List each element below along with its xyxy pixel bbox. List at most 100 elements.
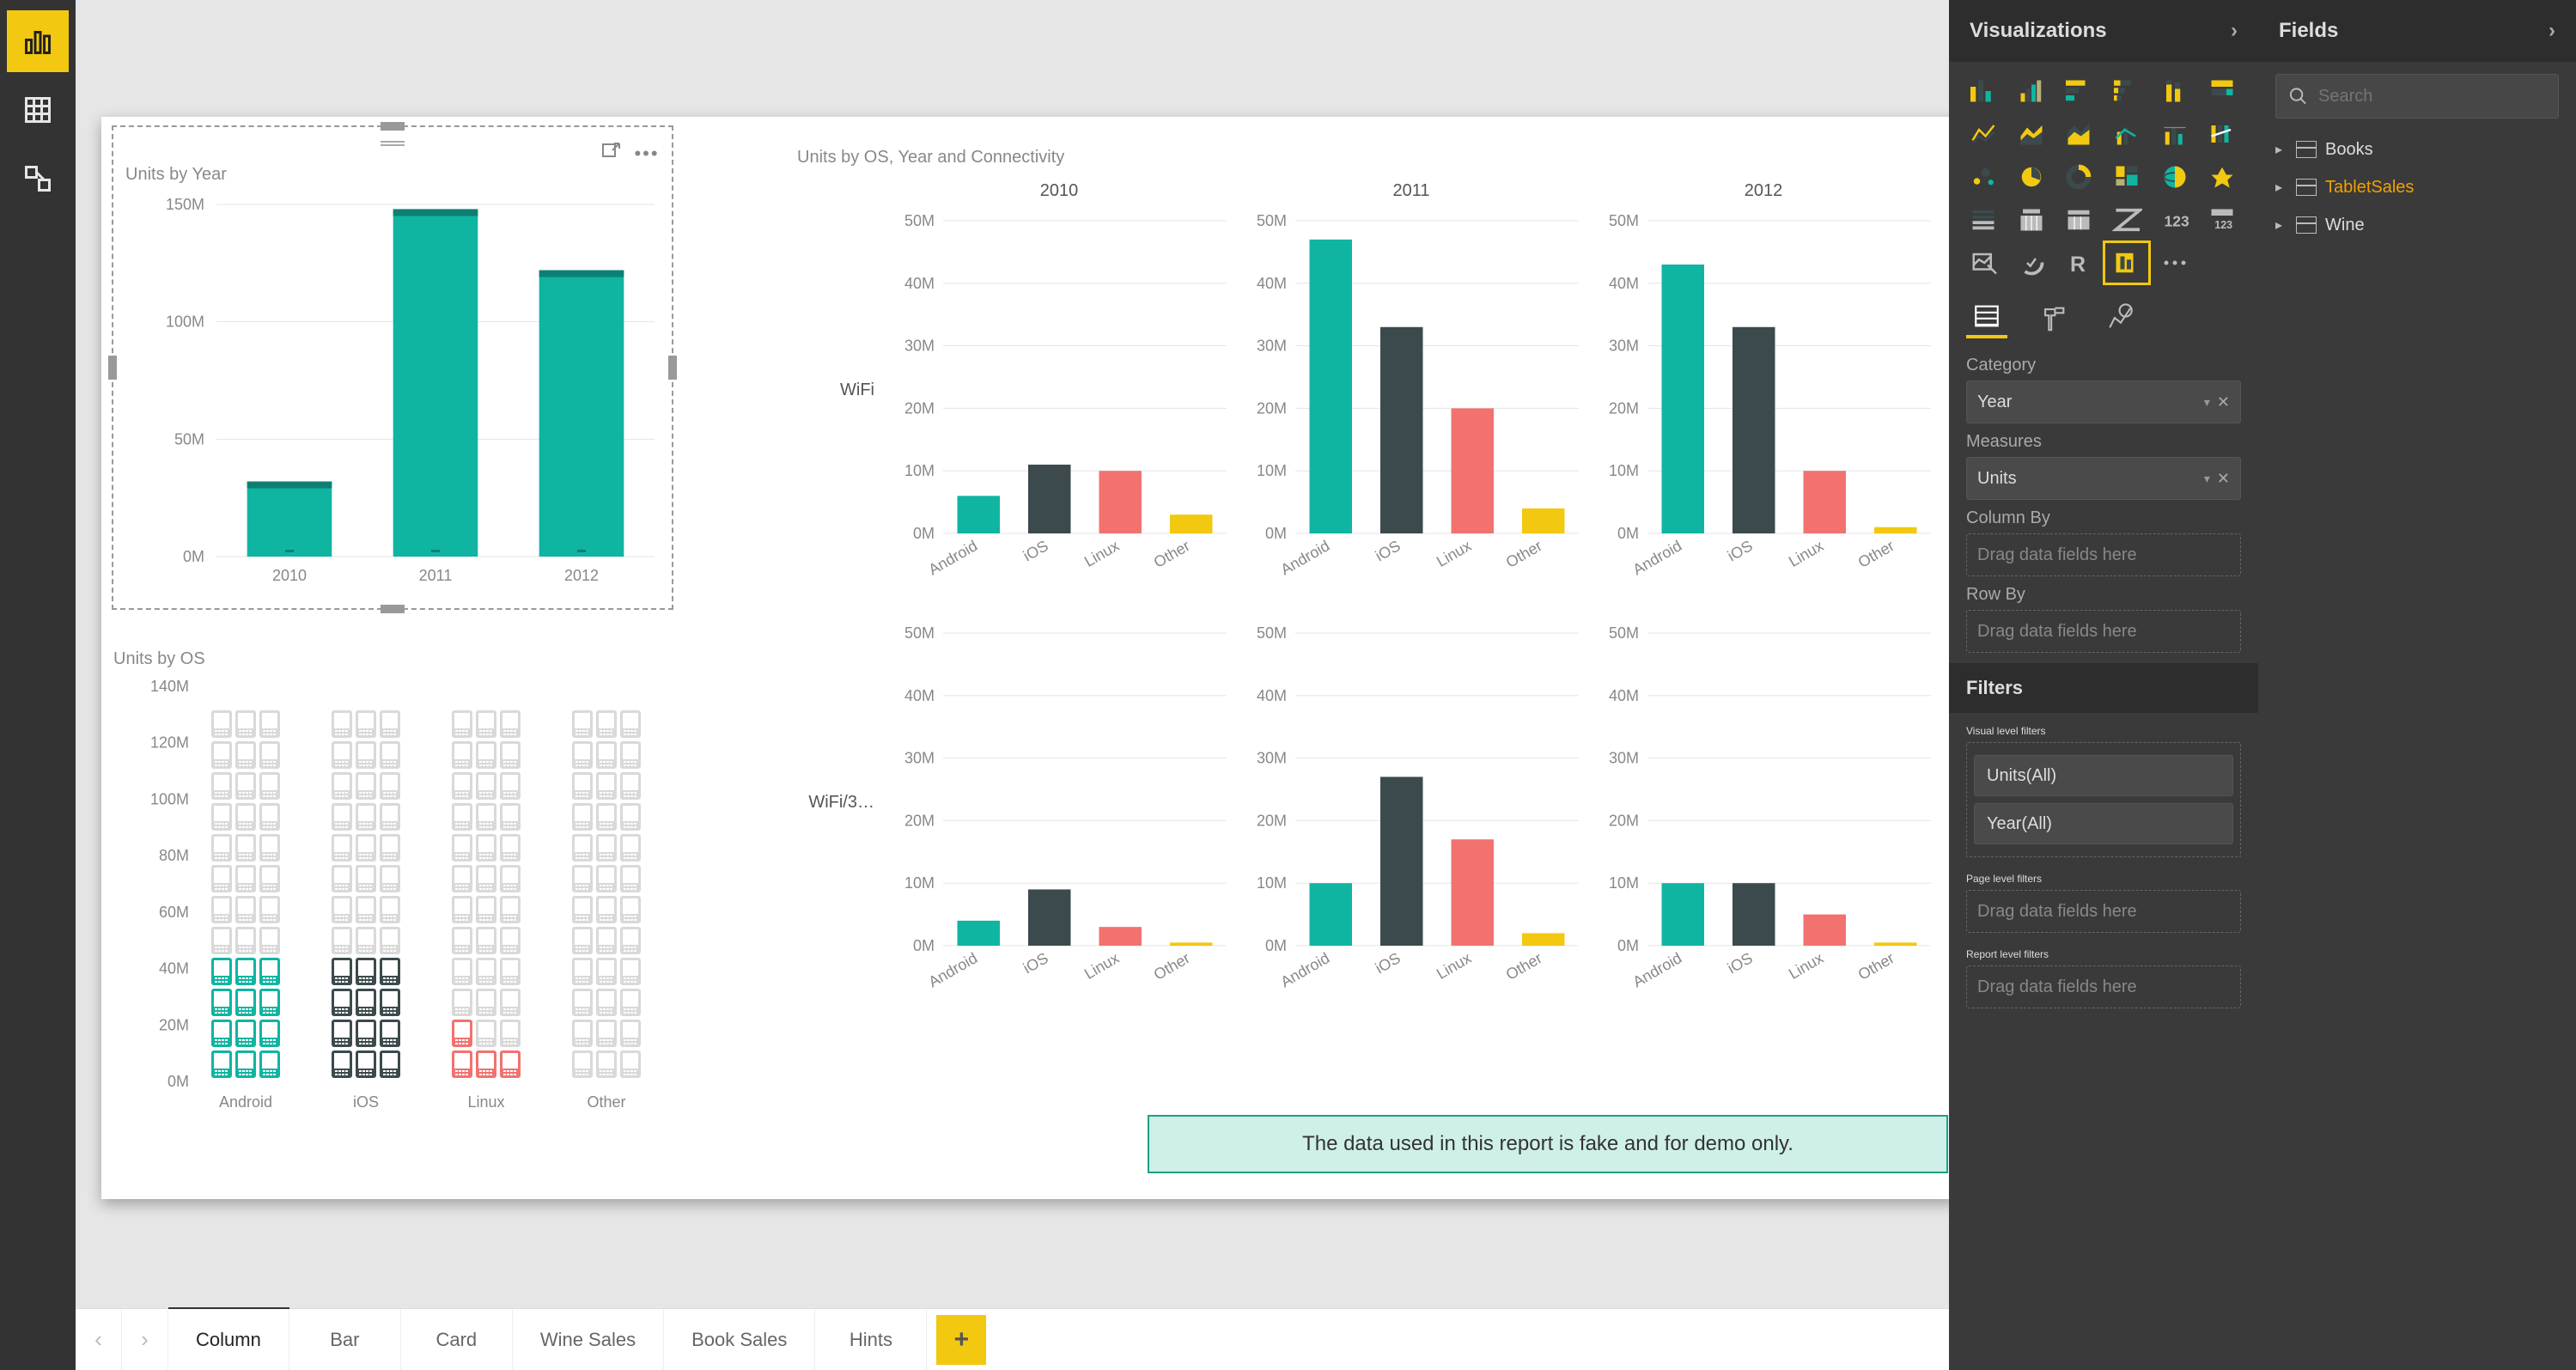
visual-units-by-os[interactable]: Units by OS 0M20M40M60M80M100M120M140MAn… [113,649,697,1148]
search-input[interactable] [2318,87,2546,107]
viz-type-thumb[interactable] [2011,158,2052,196]
filters-page-drop[interactable]: Drag data fields here [1966,890,2241,933]
well-category[interactable]: Year ▾ ✕ [1966,381,2241,423]
svg-text:10M: 10M [1609,462,1639,479]
svg-text:40M: 40M [1609,687,1639,704]
svg-text:Linux: Linux [1081,949,1122,983]
report-canvas[interactable]: ••• Units by Year 0M50M100M150M201020112… [76,0,1949,1370]
viz-type-thumb[interactable] [2154,115,2195,153]
dropdown-caret-icon[interactable]: ▾ [2204,472,2210,486]
well-value: Units [1977,469,2017,489]
viz-type-thumb[interactable]: 123 [2154,201,2195,239]
chart-title: Units by OS, Year and Connectivity [797,148,1940,167]
dataset-item[interactable]: ▸Books [2275,131,2559,168]
viz-type-thumb[interactable] [2058,158,2099,196]
well-label-columnby: Column By [1966,508,2241,528]
tab-prev-button[interactable]: ‹ [76,1309,122,1370]
svg-text:0M: 0M [1617,525,1639,542]
viz-type-thumb[interactable] [1963,72,2004,110]
viz-type-thumb[interactable] [2106,201,2147,239]
tab-next-button[interactable]: › [122,1309,168,1370]
remove-icon[interactable]: ✕ [2217,393,2230,411]
svg-text:Android: Android [926,537,981,578]
fields-mode-icon[interactable] [1966,297,2007,338]
viz-type-thumb[interactable] [2058,72,2099,110]
viz-type-thumb[interactable]: 123 [2201,201,2243,239]
visual-more-icon[interactable]: ••• [632,139,661,168]
well-measures[interactable]: Units ▾ ✕ [1966,457,2241,500]
filters-report-drop[interactable]: Drag data fields here [1966,965,2241,1008]
viz-type-thumb[interactable]: R [2058,244,2099,282]
svg-text:40M: 40M [1609,275,1639,292]
svg-text:Android: Android [926,949,981,990]
page-tab[interactable]: Hints [815,1309,927,1370]
data-view-icon[interactable] [7,79,69,141]
expand-icon[interactable]: ▸ [2275,179,2291,196]
filter-chip[interactable]: Year(All) [1974,803,2233,844]
dataset-item[interactable]: ▸TabletSales [2275,168,2559,206]
filters-header: Filters [1949,663,2258,713]
svg-text:50M: 50M [1257,212,1287,229]
page-tab[interactable]: Card [401,1309,513,1370]
format-mode-icon[interactable] [2033,297,2074,338]
collapse-pane-icon[interactable]: › [2549,19,2555,43]
page-tab[interactable]: Column [168,1309,289,1370]
focus-mode-icon[interactable] [596,137,625,167]
dataset-item[interactable]: ▸Wine [2275,206,2559,244]
svg-text:30M: 30M [904,338,935,355]
svg-text:100M: 100M [150,790,189,807]
well-columnby[interactable]: Drag data fields here [1966,533,2241,576]
svg-text:20M: 20M [1257,812,1287,829]
svg-text:50M: 50M [904,624,935,642]
svg-text:50M: 50M [174,430,204,448]
viz-type-thumb[interactable] [2058,115,2099,153]
collapse-pane-icon[interactable]: › [2231,19,2238,43]
expand-icon[interactable]: ▸ [2275,141,2291,158]
svg-text:Other: Other [1855,949,1897,983]
visual-small-multiples[interactable]: Units by OS, Year and Connectivity 20102… [797,148,1940,1144]
page-tab[interactable]: Book Sales [664,1309,815,1370]
page-tab[interactable]: Bar [289,1309,401,1370]
viz-type-thumb[interactable] [1963,158,2004,196]
viz-type-thumb[interactable] [2154,244,2195,282]
drag-handle-icon[interactable] [381,140,405,149]
viz-type-thumb[interactable] [2201,72,2243,110]
viz-type-thumb[interactable] [2106,115,2147,153]
remove-icon[interactable]: ✕ [2217,470,2230,488]
expand-icon[interactable]: ▸ [2275,216,2291,234]
small-multiple-col-header: 2012 [1587,181,1940,201]
viz-type-thumb[interactable] [2106,244,2147,282]
well-rowby[interactable]: Drag data fields here [1966,610,2241,653]
svg-text:10M: 10M [1609,874,1639,892]
viz-type-thumb[interactable] [2106,158,2147,196]
visual-units-by-year[interactable]: ••• Units by Year 0M50M100M150M201020112… [113,127,672,608]
chart-title: Units by OS [113,649,697,669]
search-icon [2288,86,2308,107]
report-view-icon[interactable] [7,10,69,72]
viz-type-thumb[interactable] [2106,72,2147,110]
viz-type-thumb[interactable] [2011,201,2052,239]
svg-text:Linux: Linux [1434,537,1474,570]
demo-note-banner: The data used in this report is fake and… [1148,1115,1948,1173]
viz-type-thumb[interactable] [2201,115,2243,153]
page-tab[interactable]: Wine Sales [513,1309,664,1370]
viz-type-thumb[interactable] [1963,244,2004,282]
viz-type-thumb[interactable] [2011,115,2052,153]
tab-add-button[interactable]: + [927,1309,996,1370]
svg-text:2011: 2011 [419,567,453,584]
viz-type-thumb[interactable] [2154,72,2195,110]
viz-type-thumb[interactable] [2154,158,2195,196]
viz-type-thumb[interactable] [1963,201,2004,239]
svg-text:Linux: Linux [467,1093,504,1111]
filter-chip[interactable]: Units(All) [1974,755,2233,796]
dropdown-caret-icon[interactable]: ▾ [2204,395,2210,410]
viz-type-thumb[interactable] [1963,115,2004,153]
model-view-icon[interactable] [7,148,69,210]
fields-search[interactable] [2275,74,2559,119]
viz-type-thumb[interactable] [2011,244,2052,282]
viz-type-thumb[interactable] [2058,201,2099,239]
viz-type-thumb[interactable] [2011,72,2052,110]
viz-type-thumb[interactable] [2201,158,2243,196]
analytics-mode-icon[interactable] [2100,297,2141,338]
svg-text:10M: 10M [1257,462,1287,479]
